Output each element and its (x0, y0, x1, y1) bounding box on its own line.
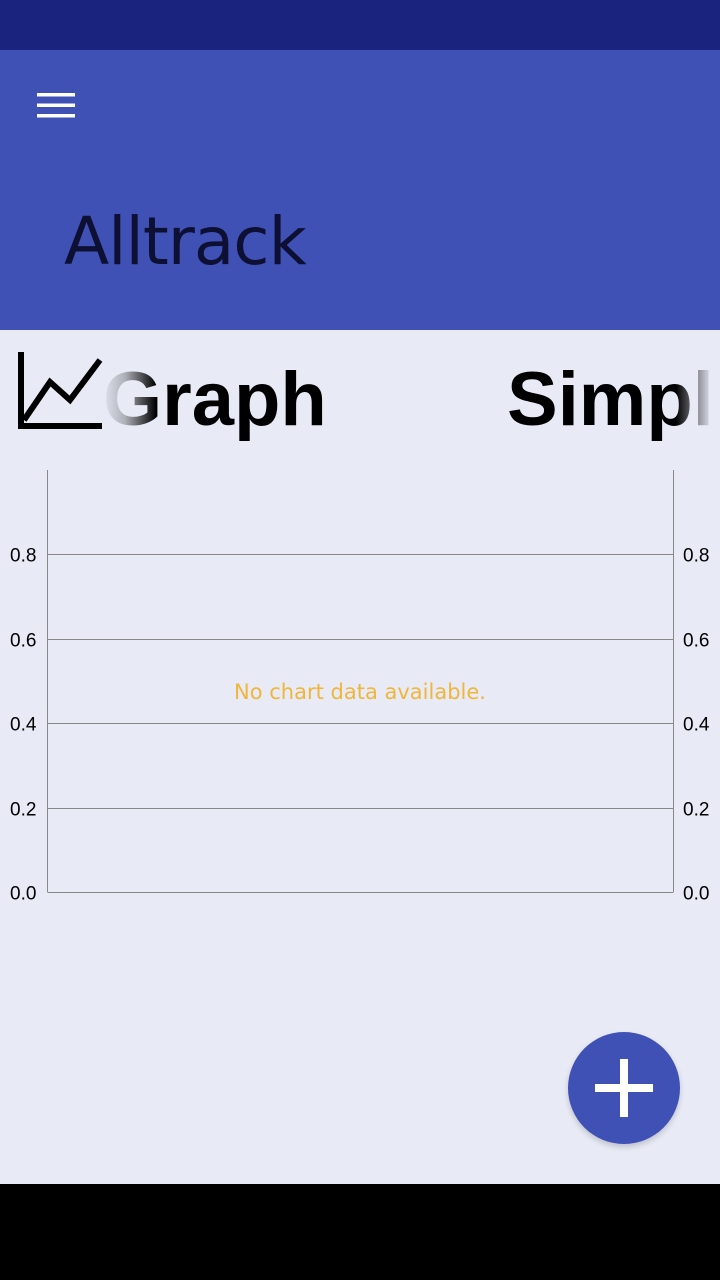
fade-edge-left (100, 330, 156, 470)
line-chart-icon (14, 348, 106, 432)
menu-button[interactable] (24, 80, 88, 130)
right-axis-tick-label: 0.0 (683, 884, 709, 905)
right-axis-tick-label: 0.4 (683, 715, 710, 736)
left-axis-tick-label: 0.2 (10, 800, 36, 821)
status-bar (0, 0, 720, 50)
right-axis-tick-label: 0.2 (683, 800, 709, 821)
empty-chart-message: No chart data available. (234, 680, 486, 704)
add-button[interactable] (568, 1032, 680, 1144)
right-axis-ticks: 0.0 0.2 0.4 0.6 0.8 (683, 546, 710, 905)
hamburger-menu-icon (37, 93, 75, 118)
fade-edge-right (676, 330, 720, 470)
app-bar: Alltrack (0, 50, 720, 330)
grid-lines (47, 554, 674, 893)
main-content: Graph Simpl 0.0 0.2 0.4 0.6 0.8 0.0 0.2 0.4 0.6… (0, 330, 720, 1184)
left-axis-tick-label: 0.6 (10, 631, 36, 652)
app-title: Alltrack (64, 203, 307, 280)
navigation-bar (0, 1184, 720, 1280)
plus-icon (595, 1059, 653, 1117)
right-axis-tick-label: 0.6 (683, 631, 709, 652)
line-chart: 0.0 0.2 0.4 0.6 0.8 0.0 0.2 0.4 0.6 0.8 No chart… (0, 470, 720, 910)
tab-title-strip[interactable]: Graph Simpl (0, 330, 720, 470)
left-axis-tick-label: 0.8 (10, 546, 36, 567)
right-axis-tick-label: 0.8 (683, 546, 709, 567)
left-axis-tick-label: 0.0 (10, 884, 36, 905)
left-axis-tick-label: 0.4 (10, 715, 37, 736)
left-axis-ticks: 0.0 0.2 0.4 0.6 0.8 (10, 546, 37, 905)
chart-svg: 0.0 0.2 0.4 0.6 0.8 0.0 0.2 0.4 0.6 0.8 No chart… (10, 470, 710, 905)
